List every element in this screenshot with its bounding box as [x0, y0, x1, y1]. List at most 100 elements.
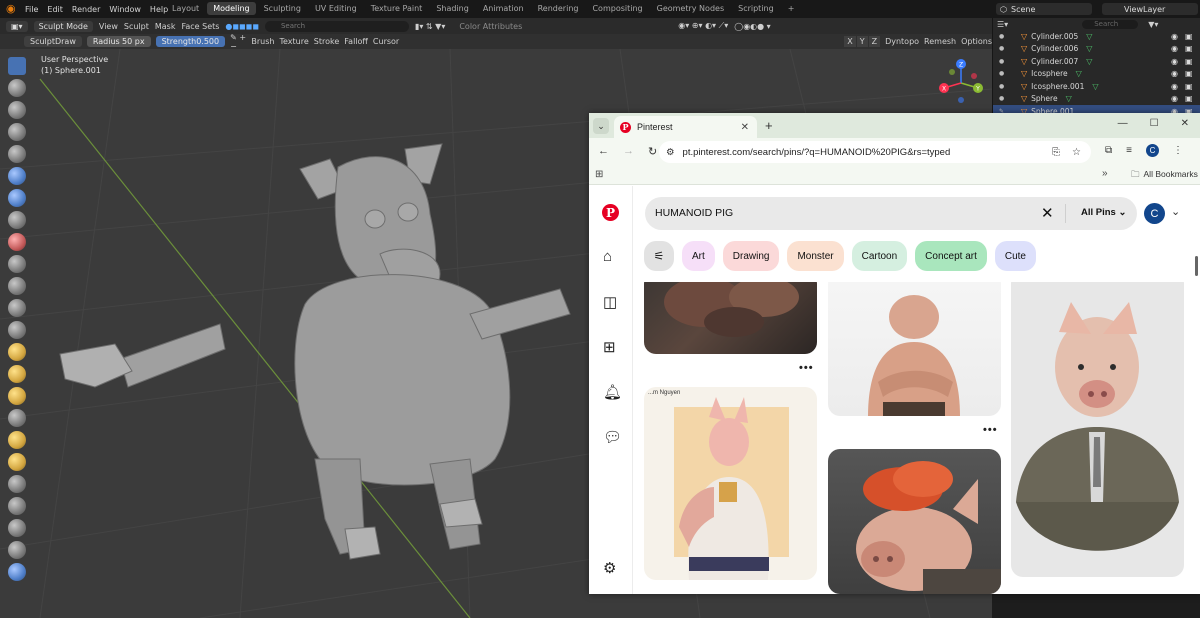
menu-window[interactable]: Window — [109, 5, 141, 14]
pin-more-options[interactable]: ••• — [983, 424, 998, 436]
brush-name[interactable]: SculptDraw — [24, 36, 82, 47]
pin-pig-creature-dark[interactable] — [644, 282, 817, 354]
fill-brush-icon[interactable] — [8, 299, 26, 317]
clay-brush-icon[interactable] — [8, 101, 26, 119]
tab-search-chevron-icon[interactable]: ⌄ — [593, 118, 609, 134]
layer-brush-icon[interactable] — [8, 167, 26, 185]
media-controls-icon[interactable]: ≡ — [1126, 145, 1132, 156]
all-bookmarks-button[interactable]: 🗀 All Bookmarks — [1131, 169, 1198, 183]
tab-rendering[interactable]: Rendering — [532, 2, 585, 15]
render-camera-icon[interactable]: ▣ — [1185, 69, 1193, 78]
tab-layout[interactable]: Layout — [166, 2, 205, 15]
filter-chip-art[interactable]: Art — [682, 241, 715, 271]
render-camera-icon[interactable]: ▣ — [1185, 44, 1193, 53]
chrome-profile-avatar[interactable]: C — [1145, 144, 1159, 157]
clay-strips-brush-icon[interactable] — [8, 123, 26, 141]
outliner-filter-icon[interactable]: ▼▾ — [1148, 20, 1158, 29]
radius-field[interactable]: Radius 50 px — [86, 36, 151, 47]
menu-sculpt[interactable]: Sculpt — [124, 22, 149, 31]
rotate-brush-icon[interactable] — [8, 519, 26, 537]
draw-brush-icon[interactable] — [8, 57, 26, 75]
blob-brush-icon[interactable] — [8, 211, 26, 229]
pinterest-profile-avatar[interactable]: C — [1144, 203, 1165, 224]
smooth-brush-icon[interactable] — [8, 255, 26, 273]
outliner-row[interactable]: ● ▽ Cylinder.007 ▽ ◉ ▣ — [993, 55, 1200, 68]
address-bar[interactable]: ⚙ pt.pinterest.com/search/pins/?q=HUMANO… — [659, 141, 1091, 163]
editor-type-icon[interactable]: ▣▾ — [6, 20, 28, 32]
thumb-brush-icon[interactable] — [8, 453, 26, 471]
menu-face-sets[interactable]: Face Sets — [181, 22, 219, 31]
dyntopo-dropdown[interactable]: Dyntopo — [885, 37, 919, 46]
outliner-search-input[interactable]: Search — [1082, 19, 1139, 29]
options-dropdown[interactable]: Options — [961, 37, 992, 46]
render-camera-icon[interactable]: ▣ — [1185, 32, 1193, 41]
filter-chip-concept-art[interactable]: Concept art — [915, 241, 987, 271]
reload-icon[interactable]: ↻ — [648, 145, 657, 158]
bookmarks-overflow-icon[interactable]: » — [1102, 168, 1108, 179]
visibility-eye-icon[interactable]: ◉ — [1171, 69, 1178, 78]
back-arrow-icon[interactable]: ← — [598, 145, 609, 158]
install-app-icon[interactable]: ⎘ — [1052, 147, 1060, 158]
filter-chip-cute[interactable]: Cute — [994, 241, 1036, 271]
apps-grid-icon[interactable]: ⊞ — [595, 169, 603, 180]
close-tab-icon[interactable]: ✕ — [741, 122, 749, 133]
menu-mask[interactable]: Mask — [155, 22, 176, 31]
bookmark-icon[interactable]: ▮▾ ⇅ ▼▾ — [415, 22, 445, 31]
render-camera-icon[interactable]: ▣ — [1185, 82, 1193, 91]
visibility-eye-icon[interactable]: ◉ — [1171, 44, 1178, 53]
blender-logo-icon[interactable]: ◉ — [6, 3, 20, 15]
navigation-gizmo[interactable]: Z Y X — [936, 58, 986, 108]
brush-preset-icons[interactable]: ●◼◼◼◼ — [225, 22, 259, 31]
brush-search-input[interactable]: Search — [264, 20, 409, 32]
outliner-row[interactable]: ● ▽ Icosphere ▽ ◉ ▣ — [993, 68, 1200, 81]
filter-chip-drawing[interactable]: Drawing — [722, 241, 780, 271]
shading-mode-buttons[interactable]: ◯◉◐● ▾ — [734, 22, 770, 31]
tab-geometry-nodes[interactable]: Geometry Nodes — [651, 2, 730, 15]
boundary-brush-icon[interactable] — [8, 563, 26, 581]
outliner-row[interactable]: ● ▽ Cylinder.006 ▽ ◉ ▣ — [993, 43, 1200, 56]
forward-arrow-icon[interactable]: → — [623, 145, 634, 158]
crease-brush-icon[interactable] — [8, 233, 26, 251]
elastic-deform-brush-icon[interactable] — [8, 409, 26, 427]
outliner-row[interactable]: ● ▽ Cylinder.005 ▽ ◉ ▣ — [993, 30, 1200, 43]
overlay-toggles[interactable]: ◉▾ ⊕▾ ◐▾ ⟋▾ — [678, 21, 728, 31]
scrape-brush-icon[interactable] — [8, 321, 26, 339]
pin-more-options[interactable]: ••• — [799, 362, 814, 374]
maximize-icon[interactable]: ☐ — [1150, 118, 1159, 129]
clear-search-icon[interactable]: ✕ — [1041, 204, 1054, 222]
pin-shirtless-pig-man[interactable] — [828, 282, 1001, 416]
strength-field[interactable]: Strength 0.500 — [155, 36, 226, 47]
texture-dropdown[interactable]: Texture — [280, 37, 309, 46]
menu-edit[interactable]: Edit — [47, 5, 63, 14]
minimize-icon[interactable]: — — [1118, 118, 1128, 129]
visibility-eye-icon[interactable]: ◉ — [1171, 94, 1178, 103]
grab-brush-icon[interactable] — [8, 387, 26, 405]
brush-dropdown[interactable]: Brush — [251, 37, 274, 46]
inflate-brush-icon[interactable] — [8, 189, 26, 207]
outliner-row[interactable]: ● ▽ Icosphere.001 ▽ ◉ ▣ — [993, 80, 1200, 93]
filters-sliders-icon[interactable]: ⚟ — [644, 241, 674, 271]
home-icon[interactable]: ⌂ — [603, 248, 612, 265]
tab-animation[interactable]: Animation — [477, 2, 530, 15]
visibility-eye-icon[interactable]: ◉ — [1171, 32, 1178, 41]
menu-view[interactable]: View — [99, 22, 118, 31]
filter-chip-cartoon[interactable]: Cartoon — [851, 241, 908, 271]
tab-modeling[interactable]: Modeling — [207, 2, 256, 15]
pin-pig-in-suit[interactable] — [1011, 282, 1184, 577]
symmetry-y[interactable]: Y — [856, 36, 868, 47]
page-scrollbar[interactable] — [1195, 256, 1198, 276]
cursor-dropdown[interactable]: Cursor — [373, 37, 399, 46]
falloff-dropdown[interactable]: Falloff — [344, 37, 368, 46]
pin-tattooed-pig-illustration[interactable]: ...m Nguyen — [644, 387, 817, 580]
view-layer-selector[interactable]: ViewLayer — [1102, 3, 1198, 15]
scene-selector[interactable]: ⬡ Scene — [996, 3, 1092, 15]
outliner-row[interactable]: ● ▽ Sphere ▽ ◉ ▣ — [993, 93, 1200, 106]
draw-sharp-brush-icon[interactable] — [8, 79, 26, 97]
pinch-brush-icon[interactable] — [8, 365, 26, 383]
pin-red-haired-pig[interactable] — [828, 449, 1001, 594]
outliner-display-mode-icon[interactable]: ☰▾ — [997, 20, 1008, 29]
clay-thumb-brush-icon[interactable] — [8, 145, 26, 163]
site-info-icon[interactable]: ⚙ — [666, 147, 675, 158]
snake-hook-brush-icon[interactable] — [8, 431, 26, 449]
pen-pressure-icon[interactable]: ✎ + − — [230, 33, 246, 51]
